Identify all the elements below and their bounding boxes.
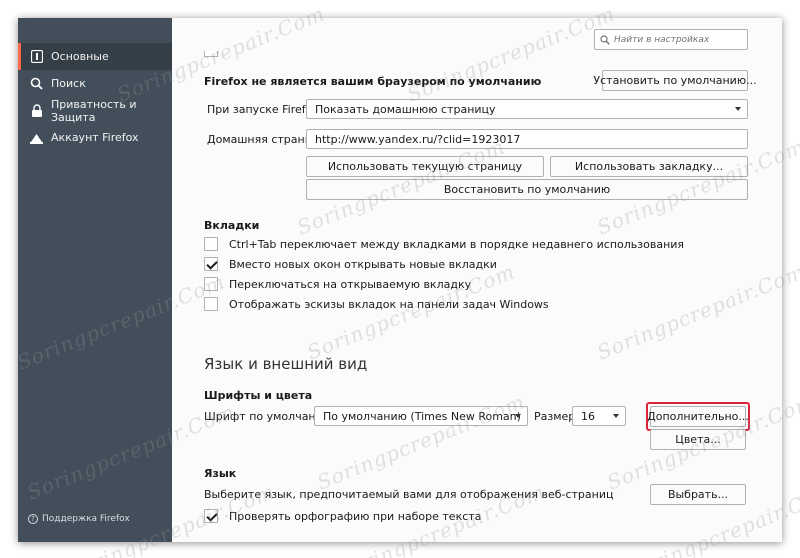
tabs-option-thumbnails[interactable]: Отображать эскизы вкладок на панели зада… [204, 296, 549, 312]
support-link[interactable]: ? Поддержка Firefox [28, 514, 130, 524]
checkbox-label: Ctrl+Tab переключает между вкладками в п… [229, 237, 685, 251]
checkbox-label: Вместо новых окон открывать новые вкладк… [229, 257, 497, 271]
search-box[interactable] [594, 29, 748, 50]
help-icon: ? [28, 514, 38, 524]
sidebar-item-label: Поиск [51, 77, 86, 90]
general-icon [30, 50, 43, 63]
support-label: Поддержка Firefox [42, 514, 130, 524]
checkbox-label: Отображать эскизы вкладок на панели зада… [229, 297, 549, 311]
size-label: Размер [534, 410, 576, 423]
colors-button[interactable]: Цвета... [650, 429, 746, 450]
tabs-heading: Вкладки [204, 219, 260, 232]
checkbox[interactable] [204, 297, 218, 311]
sidebar-item-label: Аккаунт Firefox [51, 131, 139, 144]
on-start-value: Показать домашнюю страницу [315, 102, 496, 116]
checkbox-partial[interactable] [204, 51, 218, 57]
tabs-option-switch[interactable]: Переключаться на открываемую вкладку [204, 276, 471, 292]
language-description: Выберите язык, предпочитаемый вами для о… [204, 488, 614, 501]
sidebar-item-search[interactable]: Поиск [18, 70, 172, 97]
language-heading: Язык [204, 467, 237, 480]
checkbox[interactable] [204, 277, 218, 291]
tabs-option-ctrl-tab[interactable]: Ctrl+Tab переключает между вкладками в п… [204, 236, 684, 252]
on-start-label: При запуске Firefox [207, 103, 319, 116]
chevron-down-icon [735, 107, 741, 111]
fonts-heading: Шрифты и цвета [204, 389, 313, 402]
default-browser-text: Firefox не является вашим браузером по у… [204, 75, 542, 88]
use-bookmark-button[interactable]: Использовать закладку... [550, 156, 748, 177]
tabs-option-open-tabs[interactable]: Вместо новых окон открывать новые вкладк… [204, 256, 497, 272]
default-font-label: Шрифт по умолчанию [204, 410, 333, 423]
sidebar-item-label: Основные [51, 50, 109, 63]
default-font-value: По умолчанию (Times New Roman) [323, 409, 521, 423]
checkbox-label: Проверять орфографию при наборе текста [229, 509, 482, 523]
chevron-down-icon [515, 414, 521, 418]
main-content: Firefox не является вашим браузером по у… [172, 18, 782, 542]
preferences-window: Основные Поиск Приватность и Защита Акка… [18, 18, 782, 542]
set-default-button[interactable]: Установить по умолчанию... [593, 70, 757, 91]
sidebar-item-account[interactable]: Аккаунт Firefox [18, 124, 172, 151]
default-font-select[interactable]: По умолчанию (Times New Roman) [314, 406, 528, 426]
sidebar-item-general[interactable]: Основные [18, 43, 172, 70]
restore-default-button[interactable]: Восстановить по умолчанию [306, 179, 748, 200]
homepage-input[interactable]: http://www.yandex.ru/?clid=1923017 [306, 129, 748, 149]
section-heading-language-appearance: Язык и внешний вид [204, 355, 368, 373]
font-size-select[interactable]: 16 [572, 406, 626, 426]
account-icon [30, 131, 43, 144]
search-icon [30, 77, 43, 90]
sidebar: Основные Поиск Приватность и Защита Акка… [18, 18, 172, 542]
search-input[interactable] [614, 34, 744, 45]
sidebar-item-privacy[interactable]: Приватность и Защита [18, 97, 172, 124]
highlight-frame [646, 402, 750, 431]
font-size-value: 16 [581, 409, 595, 423]
on-start-select[interactable]: Показать домашнюю страницу [306, 99, 748, 119]
spellcheck-option[interactable]: Проверять орфографию при наборе текста [204, 508, 481, 524]
homepage-value: http://www.yandex.ru/?clid=1923017 [315, 132, 521, 146]
checkbox-checked[interactable] [204, 257, 218, 271]
checkbox[interactable] [204, 237, 218, 251]
checkbox-label: Переключаться на открываемую вкладку [229, 277, 472, 291]
search-icon [600, 34, 610, 45]
choose-language-button[interactable]: Выбрать... [650, 484, 746, 505]
lock-icon [30, 104, 43, 117]
checkbox-checked[interactable] [204, 509, 218, 523]
chevron-down-icon [613, 414, 619, 418]
sidebar-item-label: Приватность и Защита [51, 97, 137, 124]
use-current-page-button[interactable]: Использовать текущую страницу [306, 156, 544, 177]
